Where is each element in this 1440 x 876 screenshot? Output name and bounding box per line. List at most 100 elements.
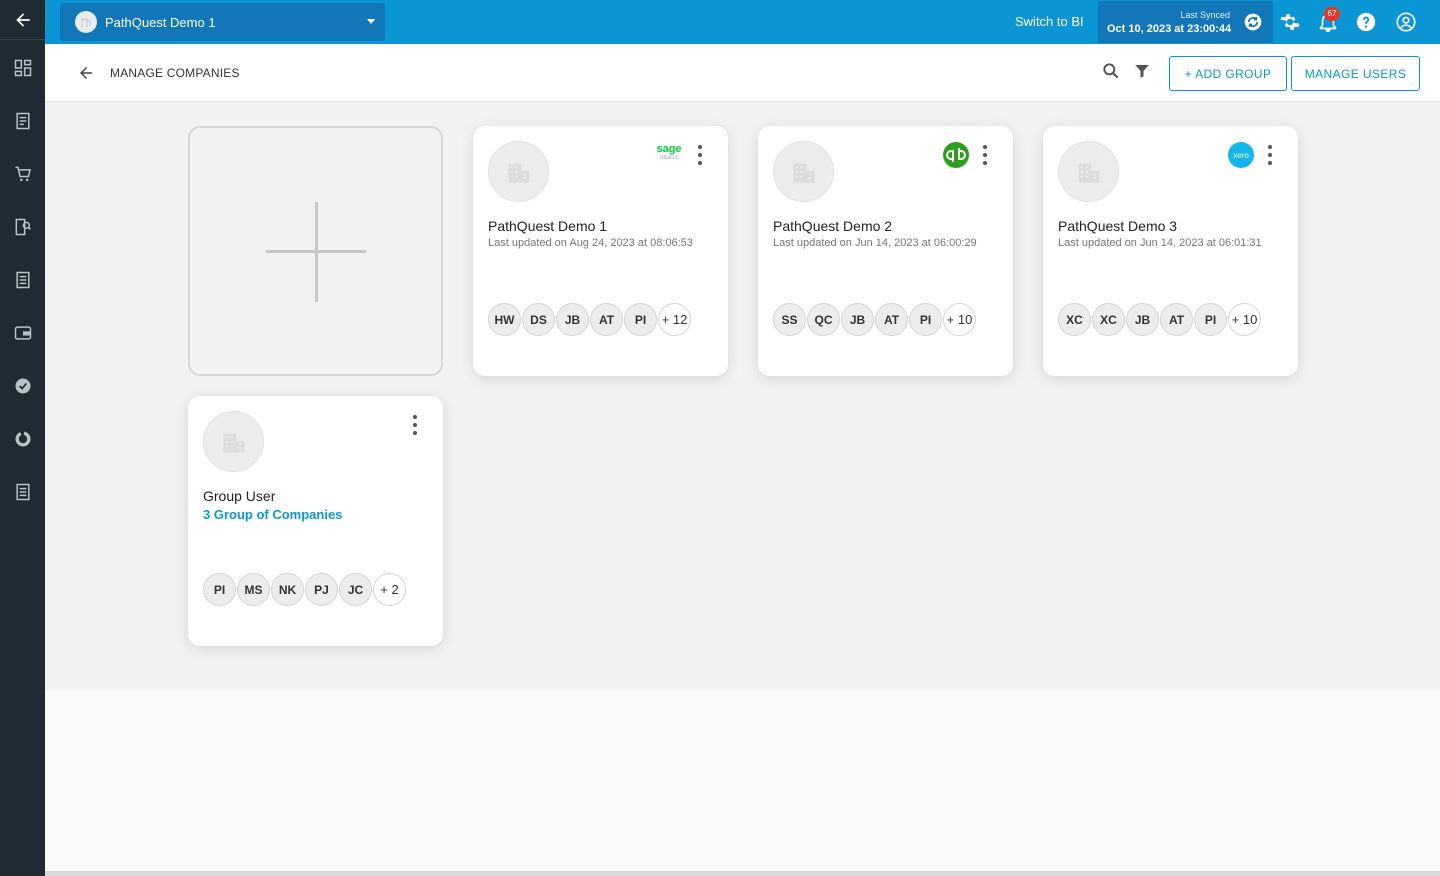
building-icon: [793, 163, 814, 182]
cart-icon: [15, 166, 31, 181]
user-avatar[interactable]: MS: [237, 573, 270, 606]
pie-chart-icon: [15, 431, 30, 446]
company-logo: [75, 11, 97, 33]
add-company-card[interactable]: [188, 126, 443, 376]
company-updated: Last updated on Aug 24, 2023 at 08:06:53: [488, 237, 693, 249]
sidebar-item-approvals[interactable]: [0, 359, 45, 412]
pdf-search-icon: [15, 218, 31, 235]
xero-logo-text: xero: [1233, 150, 1249, 160]
company-card[interactable]: xero PathQuest Demo 3 Last updated on Ju…: [1043, 126, 1298, 376]
company-avatar: [773, 141, 834, 202]
sync-icon[interactable]: [1243, 12, 1263, 32]
user-avatar[interactable]: HW: [488, 303, 521, 336]
gear-icon[interactable]: [1279, 11, 1301, 33]
user-avatar[interactable]: AT: [1160, 303, 1193, 336]
document-icon: [15, 271, 30, 288]
company-card[interactable]: sage Intacct PathQuest Demo 1 Last updat…: [473, 126, 728, 376]
intacct-logo-text: Intacct: [660, 155, 678, 161]
user-avatar[interactable]: DS: [522, 303, 555, 336]
company-card[interactable]: PathQuest Demo 2 Last updated on Jun 14,…: [758, 126, 1013, 376]
back-arrow-icon[interactable]: [77, 64, 95, 82]
verified-icon: [15, 378, 30, 393]
user-avatar[interactable]: PI: [624, 303, 657, 336]
user-avatar[interactable]: PI: [909, 303, 942, 336]
user-avatar[interactable]: XC: [1058, 303, 1091, 336]
group-name: Group User: [203, 488, 276, 504]
more-users-chip[interactable]: + 10: [943, 303, 976, 336]
group-companies-link[interactable]: 3 Group of Companies: [203, 507, 342, 522]
quickbooks-icon: [943, 142, 969, 168]
horizontal-scrollbar[interactable]: [45, 871, 1440, 876]
company-updated: Last updated on Jun 14, 2023 at 06:00:29: [773, 237, 977, 249]
company-avatar: [488, 141, 549, 202]
help-icon[interactable]: [1355, 11, 1377, 33]
company-avatar: [1058, 141, 1119, 202]
user-avatar[interactable]: QC: [807, 303, 840, 336]
xero-icon: xero: [1228, 142, 1254, 168]
add-group-button[interactable]: + ADD GROUP: [1169, 56, 1287, 91]
more-options-icon[interactable]: [410, 415, 420, 435]
sidebar-item-reports[interactable]: [0, 94, 45, 147]
group-card[interactable]: Group User 3 Group of Companies PI MS NK…: [188, 396, 443, 646]
sidebar-item-purchases[interactable]: [0, 147, 45, 200]
user-avatar[interactable]: SS: [773, 303, 806, 336]
building-icon: [1078, 163, 1099, 182]
wallet-icon: [14, 325, 31, 340]
user-avatar[interactable]: PI: [1194, 303, 1227, 336]
user-list: PI MS NK PJ JC + 2: [203, 573, 407, 606]
page-title: MANAGE COMPANIES: [110, 66, 240, 80]
plus-icon-bar: [266, 250, 366, 253]
more-options-icon[interactable]: [695, 145, 705, 165]
notification-badge: 67: [1324, 7, 1340, 21]
sage-logo-text: sage: [656, 143, 682, 155]
user-avatar[interactable]: JB: [841, 303, 874, 336]
filter-icon[interactable]: [1133, 62, 1151, 80]
user-avatar[interactable]: AT: [590, 303, 623, 336]
sidebar-item-list[interactable]: [0, 465, 45, 518]
list-icon: [15, 483, 30, 500]
more-users-chip[interactable]: + 12: [658, 303, 691, 336]
account-icon[interactable]: [1395, 11, 1417, 33]
sync-label: Last Synced: [1180, 10, 1230, 20]
dashboard-icon: [14, 59, 31, 76]
user-list: XC XC JB AT PI + 10: [1058, 303, 1262, 336]
user-avatar[interactable]: JB: [556, 303, 589, 336]
chevron-down-icon: [367, 19, 375, 24]
company-name: PathQuest Demo 2: [773, 218, 893, 234]
user-avatar[interactable]: NK: [271, 573, 304, 606]
sidebar-collapse-button[interactable]: [0, 0, 45, 40]
search-icon[interactable]: [1101, 61, 1121, 81]
group-avatar: [203, 411, 264, 472]
company-name: PathQuest Demo 1: [488, 218, 608, 234]
empty-area: [45, 690, 1440, 871]
more-users-chip[interactable]: + 10: [1228, 303, 1261, 336]
more-options-icon[interactable]: [980, 145, 990, 165]
user-list: HW DS JB AT PI + 12: [488, 303, 692, 336]
user-avatar[interactable]: XC: [1092, 303, 1125, 336]
top-bar: PathQuest Demo 1 Switch to BI Last Synce…: [45, 0, 1440, 44]
sidebar-item-documents[interactable]: [0, 253, 45, 306]
switch-to-bi-link[interactable]: Switch to BI: [1015, 14, 1084, 29]
user-avatar[interactable]: JC: [339, 573, 372, 606]
building-icon: [508, 163, 529, 182]
sidebar-item-pdf[interactable]: [0, 200, 45, 253]
companies-grid: sage Intacct PathQuest Demo 1 Last updat…: [45, 102, 1440, 690]
sync-status[interactable]: Last Synced Oct 10, 2023 at 23:00:44: [1098, 1, 1273, 43]
sidebar-item-dashboard[interactable]: [0, 41, 45, 94]
company-selector[interactable]: PathQuest Demo 1: [60, 3, 385, 41]
report-icon: [15, 112, 30, 129]
user-avatar[interactable]: PJ: [305, 573, 338, 606]
more-users-chip[interactable]: + 2: [373, 573, 406, 606]
user-avatar[interactable]: JB: [1126, 303, 1159, 336]
page-header: MANAGE COMPANIES + ADD GROUP MANAGE USER…: [45, 44, 1440, 102]
sidebar-item-analytics[interactable]: [0, 412, 45, 465]
company-name: PathQuest Demo 3: [1058, 218, 1178, 234]
back-arrow-icon: [15, 12, 30, 27]
sidebar-item-wallet[interactable]: [0, 306, 45, 359]
more-options-icon[interactable]: [1265, 145, 1275, 165]
sage-intacct-icon: sage Intacct: [654, 142, 684, 168]
manage-users-button[interactable]: MANAGE USERS: [1291, 56, 1420, 91]
building-icon: [81, 18, 91, 27]
user-avatar[interactable]: PI: [203, 573, 236, 606]
user-avatar[interactable]: AT: [875, 303, 908, 336]
